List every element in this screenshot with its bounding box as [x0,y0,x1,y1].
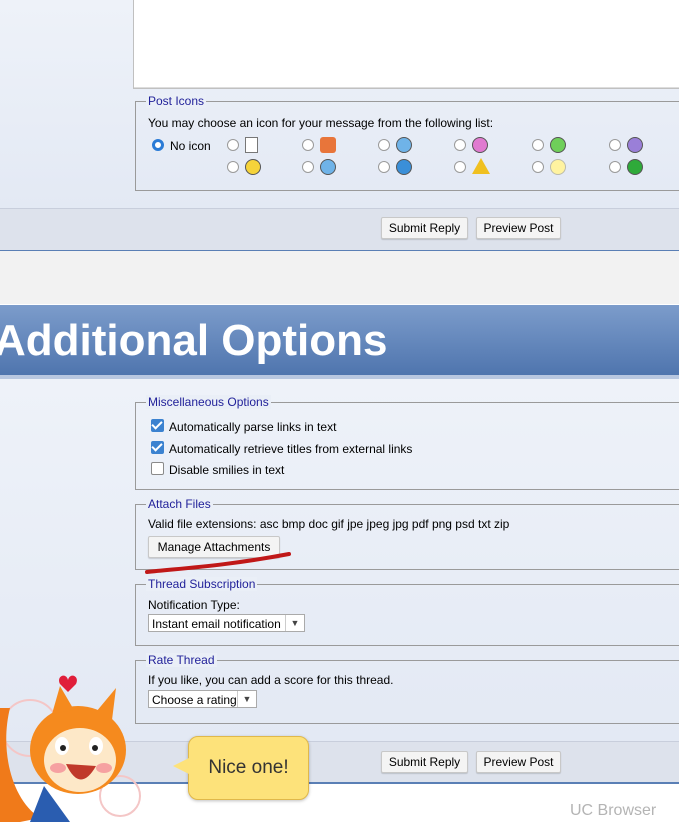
document-icon [245,137,258,153]
retrieve-titles-label: Automatically retrieve titles from exter… [169,442,413,456]
icon-radio[interactable] [378,139,390,151]
mascot-squirrel-icon [0,675,141,822]
valid-extensions-text: Valid file extensions: asc bmp doc gif j… [148,517,510,531]
rate-thread-prompt: If you like, you can add a score for thi… [148,673,394,687]
submit-reply-button-bottom[interactable]: Submit Reply [381,751,468,773]
preview-post-button[interactable]: Preview Post [476,217,561,239]
chevron-down-icon: ▼ [237,691,256,707]
retrieve-titles-checkbox[interactable] [151,441,164,454]
rate-thread-legend: Rate Thread [146,653,217,667]
icon-radio[interactable] [454,139,466,151]
speech-bubble: Nice one! [188,736,309,800]
section-title: Additional Options [0,316,388,365]
notification-type-value: Instant email notification [152,617,281,631]
smile-icon [245,159,261,175]
rating-value: Choose a rating [152,693,237,707]
arrow-right-icon [627,159,643,175]
post-icons-prompt: You may choose an icon for your message … [148,116,494,130]
icon-radio[interactable] [227,139,239,151]
submit-reply-button[interactable]: Submit Reply [381,217,468,239]
speech-bubble-tail [173,758,189,774]
chevron-down-icon: ▼ [285,615,304,631]
rating-select[interactable]: Choose a rating ▼ [148,690,257,708]
warning-icon [472,158,490,174]
icon-radio[interactable] [609,161,621,173]
cool-icon [320,159,336,175]
parse-links-label: Automatically parse links in text [169,420,337,434]
tongue-icon [472,137,488,153]
no-icon-label: No icon [170,139,211,153]
no-icon-radio[interactable] [152,139,164,151]
thumbs-down-icon [320,137,336,153]
icon-radio[interactable] [532,139,544,151]
grin-icon [550,137,566,153]
top-action-bar [0,208,679,252]
lightbulb-icon [550,159,566,175]
icon-radio[interactable] [609,139,621,151]
icon-radio[interactable] [227,161,239,173]
misc-options-legend: Miscellaneous Options [146,395,271,409]
parse-links-checkbox[interactable] [151,419,164,432]
icon-radio[interactable] [302,139,314,151]
thread-subscription-legend: Thread Subscription [146,577,258,591]
speech-bubble-text: Nice one! [208,757,289,778]
icon-radio[interactable] [378,161,390,173]
icon-radio[interactable] [454,161,466,173]
question-icon [396,159,412,175]
notification-type-label: Notification Type: [148,598,240,612]
message-textarea[interactable] [133,0,679,89]
page-gap [0,251,679,304]
icon-radio[interactable] [532,161,544,173]
disable-smilies-label: Disable smilies in text [169,463,285,477]
red-underline-annotation [145,552,291,574]
icon-radio[interactable] [302,161,314,173]
smile-blue-icon [396,137,412,153]
uc-browser-watermark: UC Browser [570,802,657,819]
notification-type-select[interactable]: Instant email notification ▼ [148,614,305,632]
angry-icon [627,137,643,153]
disable-smilies-checkbox[interactable] [151,462,164,475]
preview-post-button-bottom[interactable]: Preview Post [476,751,561,773]
attach-files-legend: Attach Files [146,497,213,511]
post-icons-legend: Post Icons [146,94,207,108]
